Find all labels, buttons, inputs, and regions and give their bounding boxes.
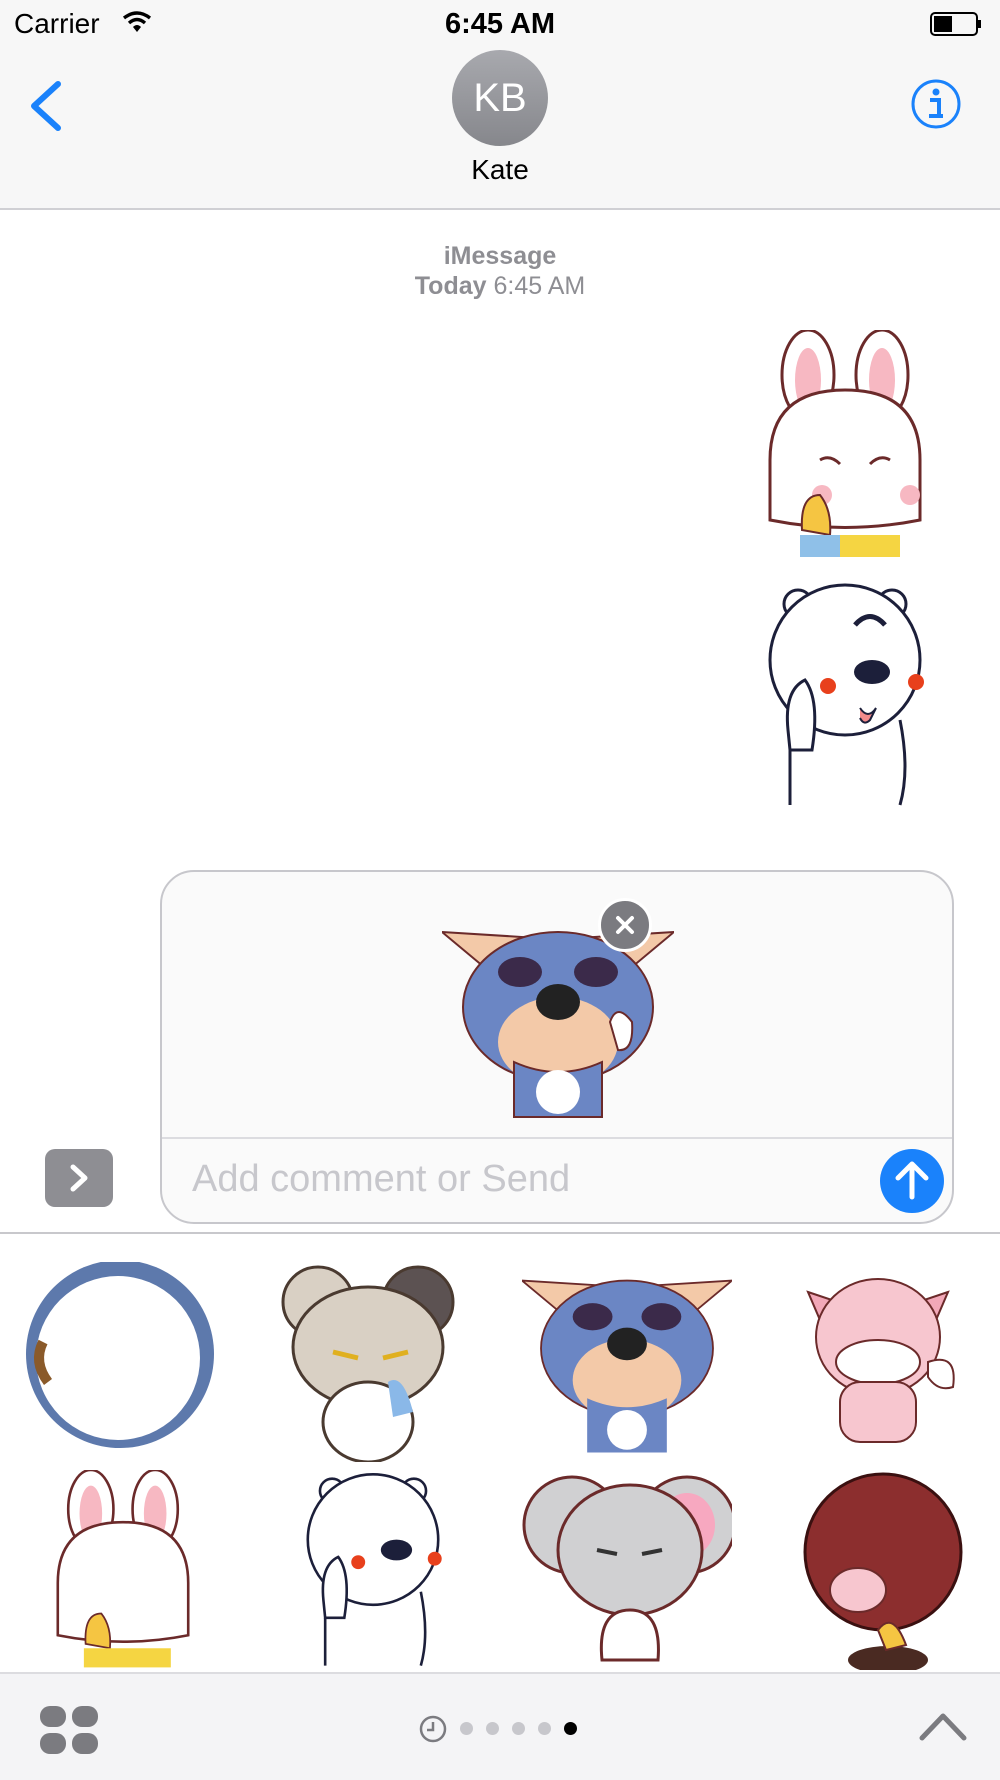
- remove-sticker-button[interactable]: [598, 898, 652, 952]
- timestamp-time: 6:45 AM: [493, 272, 586, 300]
- recents-clock-icon[interactable]: [418, 1714, 448, 1744]
- message-composer[interactable]: Add comment or Send: [160, 870, 954, 1224]
- drawer-toolbar: [0, 1672, 1000, 1780]
- avatar[interactable]: KB: [452, 50, 548, 146]
- page-dot-active[interactable]: [564, 1722, 577, 1735]
- sticker-koala[interactable]: [268, 1262, 478, 1464]
- polar-bear-sticker[interactable]: [760, 580, 930, 810]
- sticker-afro-back[interactable]: [18, 1260, 228, 1462]
- drawer-divider: [0, 1232, 1000, 1234]
- page-indicator[interactable]: [418, 1712, 618, 1744]
- status-bar: Carrier 6:45 AM: [0, 0, 1000, 50]
- back-chevron-icon[interactable]: [22, 76, 72, 136]
- status-time: 6:45 AM: [444, 8, 556, 40]
- sticker-pig[interactable]: [778, 1262, 988, 1462]
- comment-input[interactable]: Add comment or Send: [192, 1158, 570, 1201]
- page-dot[interactable]: [460, 1722, 473, 1735]
- page-dot[interactable]: [538, 1722, 551, 1735]
- grid-icon[interactable]: [38, 1704, 100, 1756]
- service-label: iMessage: [443, 242, 557, 270]
- sticker-wolf[interactable]: [519, 1262, 735, 1462]
- contact-name[interactable]: Kate: [0, 154, 1000, 186]
- sticker-polar-bear[interactable]: [268, 1470, 478, 1670]
- apps-chevron-icon: [70, 1164, 88, 1192]
- conversation-header: KB Kate: [0, 50, 1000, 210]
- composer-divider: [162, 1137, 952, 1139]
- send-arrow-icon: [895, 1161, 929, 1200]
- sticker-afro-pig[interactable]: [778, 1470, 988, 1674]
- chevron-up-icon[interactable]: [916, 1706, 970, 1746]
- bunny-sticker[interactable]: [760, 330, 930, 560]
- apps-toggle-button[interactable]: [45, 1149, 113, 1207]
- send-button[interactable]: [880, 1149, 944, 1213]
- close-icon: [616, 916, 634, 934]
- info-icon[interactable]: [910, 78, 962, 130]
- message-timestamp: Today 6:45 AM: [0, 272, 1000, 301]
- sticker-elephant[interactable]: [522, 1470, 737, 1670]
- timestamp-day: Today: [414, 272, 487, 300]
- battery-icon: [930, 12, 981, 36]
- page-dot[interactable]: [486, 1722, 499, 1735]
- sticker-bunny[interactable]: [18, 1468, 228, 1670]
- page-dot[interactable]: [512, 1722, 525, 1735]
